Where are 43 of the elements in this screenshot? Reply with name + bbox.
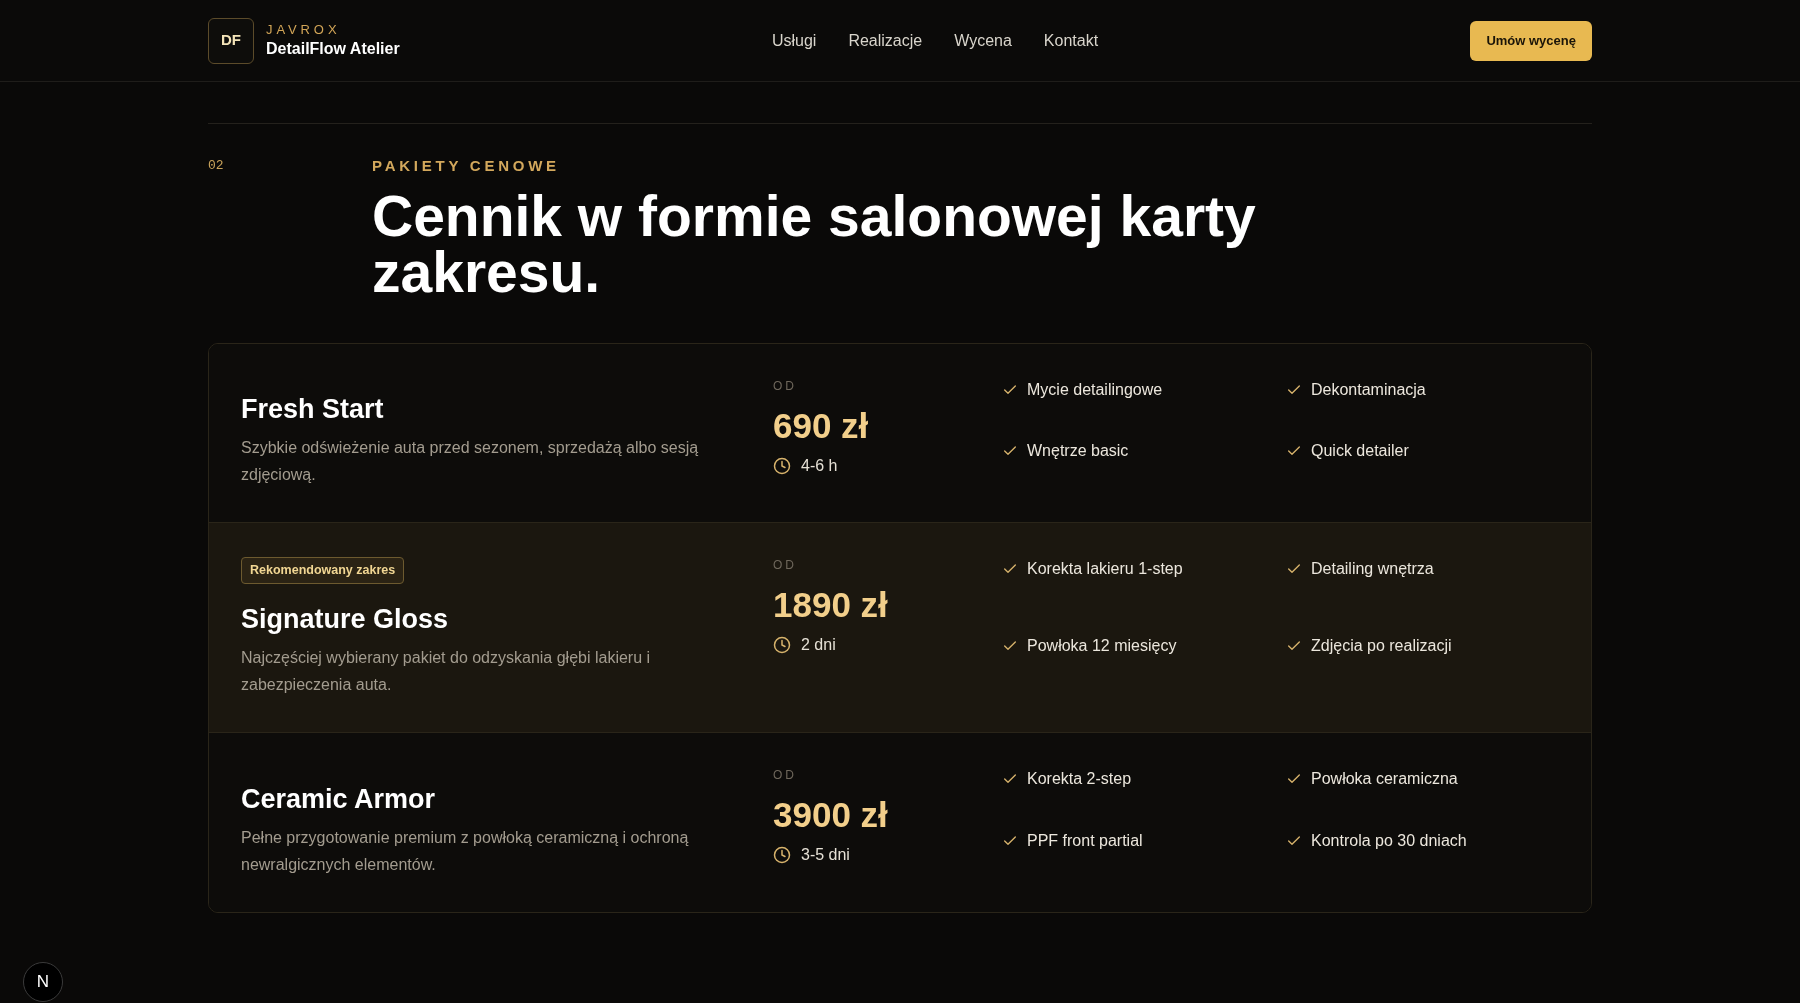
package-duration: 4-6 h [801, 456, 838, 476]
clock-icon [773, 846, 791, 864]
cta-button[interactable]: Umów wycenę [1470, 20, 1592, 61]
package-name: Fresh Start [241, 393, 385, 426]
feature-text: Korekta lakieru 1-step [1027, 559, 1183, 579]
package-name: Ceramic Armor [241, 783, 437, 816]
feature-text: Detailing wnętrza [1311, 559, 1434, 579]
package-name: Signature Gloss [241, 603, 450, 636]
nav-link[interactable]: Wycena [954, 28, 1012, 53]
section-number: 02 [208, 157, 225, 175]
nav-link[interactable]: Realizacje [848, 28, 923, 53]
package-description: Pełne przygotowanie premium z powłoką ceramiczną i ochroną newralgicznych elementów. [241, 828, 690, 875]
clock-icon [773, 457, 791, 475]
feature-text: Korekta 2-step [1027, 769, 1132, 789]
feature-text: Quick detailer [1311, 441, 1409, 461]
feature-text: Mycie detailingowe [1027, 380, 1163, 400]
feature-text: Dekontaminacja [1311, 380, 1426, 400]
brand-kicker: JAVROX [266, 22, 342, 38]
package-price: 690 zł [773, 405, 869, 447]
section-title: Cennik w formie salonowej karty zakresu. [372, 188, 1257, 300]
feature-text: PPF front partial [1027, 830, 1143, 851]
nav-link[interactable]: Usługi [771, 28, 817, 53]
dev-indicator-button[interactable]: N [23, 962, 63, 1002]
feature-text: Kontrola po 30 dniach [1311, 830, 1467, 851]
feature-text: Powłoka 12 miesięcy [1027, 635, 1177, 656]
package-price: 1890 zł [773, 584, 888, 626]
price-prefix: OD [773, 557, 797, 573]
recommended-tag: Rekomendowany zakres [241, 557, 405, 584]
package-description: Najczęściej wybierany pakiet do odzyskania głębi lakieru i zabezpieczenia auta. [241, 648, 652, 695]
section-eyebrow: PAKIETY CENOWE [372, 156, 560, 176]
feature-text: Wnętrze basic [1027, 441, 1129, 461]
logo-mark: DF [208, 17, 254, 64]
package-duration: 2 dni [801, 635, 836, 655]
brand-name: DetailFlow Atelier [266, 39, 400, 59]
clock-icon [773, 636, 791, 654]
nav-link[interactable]: Kontakt [1043, 28, 1099, 53]
package-duration: 3-5 dni [801, 845, 850, 865]
package-price: 3900 zł [773, 794, 888, 836]
price-prefix: OD [773, 767, 797, 783]
feature-text: Zdjęcia po realizacji [1311, 635, 1452, 656]
feature-text: Powłoka ceramiczna [1311, 769, 1458, 789]
package-description: Szybkie odświeżenie auta przed sezonem, sprzedażą albo sesją zdjęciową. [241, 438, 700, 485]
price-prefix: OD [773, 378, 797, 394]
